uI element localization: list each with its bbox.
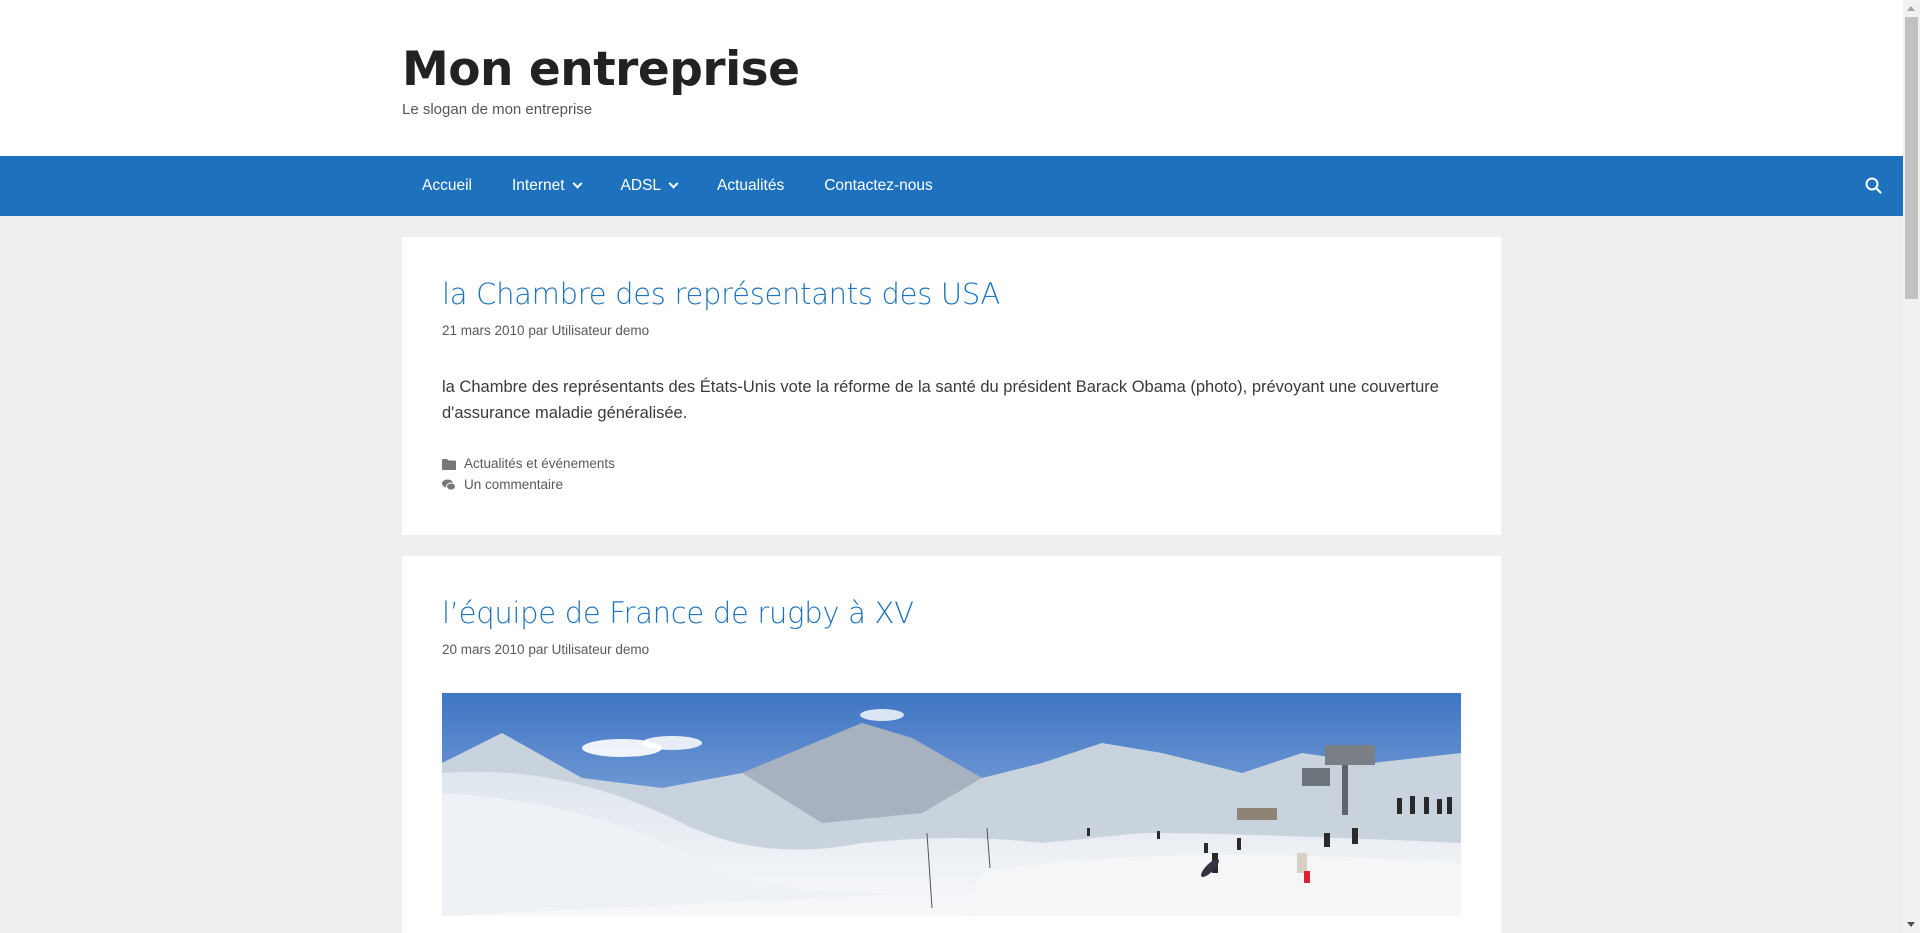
- post-by: par: [528, 323, 548, 338]
- post-title[interactable]: l’équipe de France de rugby à XV: [442, 596, 1461, 630]
- post-excerpt: la Chambre des représentants des États-U…: [442, 378, 1439, 422]
- post-title[interactable]: la Chambre des représentants des USA: [442, 277, 1461, 311]
- nav-item-label: Contactez-nous: [824, 177, 933, 194]
- post-image[interactable]: [442, 693, 1461, 916]
- post-author[interactable]: Utilisateur demo: [552, 323, 650, 338]
- scrollbar[interactable]: [1903, 0, 1920, 933]
- nav-item-label: Internet: [511, 177, 565, 194]
- site-title[interactable]: Mon entreprise: [402, 42, 800, 98]
- site-header: Mon entreprise Le slogan de mon entrepri…: [0, 0, 1920, 156]
- post-meta: 20 mars 2010 par Utilisateur demo: [442, 642, 1461, 657]
- nav-item-label: Accueil: [422, 177, 472, 194]
- post-date[interactable]: 20 mars 2010: [442, 642, 525, 657]
- post-author[interactable]: Utilisateur demo: [552, 642, 650, 657]
- post-comments: Un commentaire: [442, 474, 1461, 495]
- site-slogan: Le slogan de mon entreprise: [402, 101, 593, 118]
- site-branding: Mon entreprise Le slogan de mon entrepri…: [402, 42, 800, 118]
- category-link[interactable]: Actualités et événements: [464, 456, 615, 471]
- post-category: Actualités et événements: [442, 453, 1461, 474]
- nav-item-adsl[interactable]: ADSL: [601, 156, 698, 216]
- post-meta: 21 mars 2010 par Utilisateur demo: [442, 323, 1461, 338]
- chevron-down-icon: [668, 178, 679, 189]
- nav-item-accueil[interactable]: Accueil: [402, 156, 492, 216]
- nav-item-contact[interactable]: Contactez-nous: [804, 156, 953, 216]
- post-header: la Chambre des représentants des USA 21 …: [442, 277, 1461, 338]
- post-card: l’équipe de France de rugby à XV 20 mars…: [402, 556, 1501, 933]
- nav-item-label: ADSL: [620, 177, 662, 194]
- post-date[interactable]: 21 mars 2010: [442, 323, 525, 338]
- scroll-up-icon[interactable]: [1907, 6, 1915, 11]
- post-by: par: [528, 642, 548, 657]
- nav-item-label: Actualités: [717, 177, 785, 194]
- nav-item-internet[interactable]: Internet: [492, 156, 601, 216]
- search-icon[interactable]: [1863, 175, 1885, 197]
- post-card: la Chambre des représentants des USA 21 …: [402, 237, 1501, 535]
- scroll-down-icon[interactable]: [1907, 922, 1915, 927]
- post-footer: Actualités et événements Un commentaire: [442, 453, 1461, 495]
- comments-icon: [442, 479, 456, 491]
- comments-link[interactable]: Un commentaire: [464, 477, 563, 492]
- chevron-down-icon: [572, 178, 582, 189]
- post-header: l’équipe de France de rugby à XV 20 mars…: [442, 596, 1461, 657]
- folder-icon: [442, 458, 456, 470]
- nav-item-actualites[interactable]: Actualités: [697, 156, 804, 216]
- scrollbar-thumb[interactable]: [1905, 17, 1918, 299]
- main-navigation: Accueil Internet ADSL Actualités Contact…: [0, 156, 1920, 216]
